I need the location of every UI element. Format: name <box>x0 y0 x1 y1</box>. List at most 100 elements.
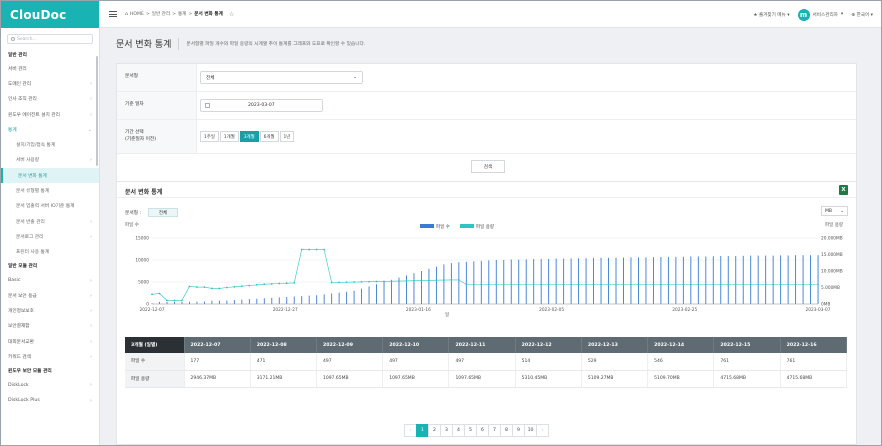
sidebar-item[interactable]: 문서 변화 통계 <box>1 168 99 184</box>
sidebar-item[interactable]: 프린터 사용 통계 <box>1 245 99 260</box>
sidebar-item[interactable]: 도메인 관리 › <box>1 76 99 91</box>
period-button[interactable]: 3개월 <box>239 131 259 142</box>
menu-toggle-icon[interactable] <box>109 10 117 18</box>
sidebar-item[interactable]: 문서 유형별 통계 <box>1 183 99 198</box>
sidebar-item[interactable]: 인사 조직 관리 › <box>1 92 99 107</box>
breadcrumb-general[interactable]: 일반 관리 <box>152 11 170 17</box>
bar-file-count <box>765 255 767 304</box>
table-cell: 1097.65MB <box>448 370 516 388</box>
chevron-right-icon: › <box>90 157 92 164</box>
sidebar-search-input[interactable]: Search... <box>7 34 93 44</box>
sidebar-item[interactable]: 문서로그 관리 › <box>1 229 99 244</box>
point-file-size <box>263 283 266 286</box>
unit-select[interactable]: MB ⌄ <box>821 206 848 216</box>
point-file-size <box>472 283 475 286</box>
sidebar-item[interactable]: 서버 사용량 › <box>1 153 99 168</box>
table-date-header: 2022-12-16 <box>780 337 848 353</box>
point-file-size <box>570 283 572 286</box>
table-date-header: 2022-12-11 <box>448 337 516 353</box>
point-file-size <box>413 279 415 282</box>
period-button[interactable]: 6개월 <box>259 131 279 142</box>
sidebar-item[interactable]: 설치/기입/접속 통계 <box>1 137 99 152</box>
point-file-size <box>225 286 228 289</box>
sidebar-item[interactable]: 키워드 검색 › <box>1 349 99 364</box>
breadcrumb-home[interactable]: HOME <box>130 12 144 17</box>
bar-file-count <box>316 295 318 304</box>
excel-download-icon[interactable]: X <box>839 185 848 195</box>
favorites-menu[interactable]: ★ 즐겨찾기 메뉴 ▾ <box>753 12 789 18</box>
point-file-size <box>517 283 520 286</box>
bar-file-count <box>682 256 684 304</box>
favorite-star-icon[interactable]: ☆ <box>229 11 234 18</box>
y-right-tick: 15.000MB <box>821 252 843 258</box>
point-file-size <box>592 283 595 286</box>
sidebar-item[interactable]: 개인정보보호 › <box>1 303 99 318</box>
stats-doc-type-chip[interactable]: 전체 <box>148 208 178 217</box>
x-tick: 2022-12-07 <box>140 307 165 313</box>
period-button[interactable]: 1년 <box>279 131 295 142</box>
language-menu[interactable]: ⊕ 한국어 ▾ <box>851 12 873 18</box>
breadcrumb-stats[interactable]: 통계 <box>178 11 186 17</box>
base-date-field[interactable]: 2023-03-07 <box>200 99 323 112</box>
point-file-size <box>787 283 789 286</box>
bar-file-count <box>652 257 654 304</box>
chevron-right-icon: › <box>90 292 92 299</box>
bar-file-count <box>638 257 639 304</box>
sidebar-item[interactable]: 문서 입출력 서버 IO기준 통계 <box>1 199 99 214</box>
sidebar-item-label: 문서 보안 등급 <box>8 293 37 299</box>
sidebar-item[interactable]: 서버 관리 <box>1 61 99 76</box>
doc-type-select[interactable]: 전체 ⌄ <box>200 71 363 84</box>
point-file-size <box>480 283 483 286</box>
table-date-header: 2022-12-15 <box>713 337 781 353</box>
doc-type-value: 전체 <box>206 75 215 81</box>
bar-file-count <box>368 286 370 304</box>
chevron-right-icon: › <box>90 323 92 330</box>
sidebar-item[interactable]: 통계 ⌄ <box>1 122 99 137</box>
bar-file-count <box>600 257 602 304</box>
bar-file-count <box>623 257 624 304</box>
user-menu[interactable]: m 서비스관리자 ▾ <box>797 8 843 21</box>
sidebar-item[interactable]: Basic › <box>1 273 99 288</box>
app-logo[interactable]: ClouDoc <box>10 8 66 22</box>
sidebar-item[interactable]: DiskLock › <box>1 378 99 393</box>
sidebar-item[interactable]: 대외문서교환 › <box>1 334 99 349</box>
sidebar-item-label: 설치/기입/접속 통계 <box>16 143 56 149</box>
period-button[interactable]: 1주일 <box>200 131 219 142</box>
point-file-size <box>300 248 303 251</box>
sidebar-item[interactable]: DiskLock Plus › <box>1 393 99 408</box>
sidebar-item-label: DiskLock Plus <box>8 398 40 404</box>
bar-file-count <box>570 258 572 304</box>
home-icon[interactable]: ⌂ <box>125 12 128 17</box>
sidebar-item[interactable]: 보안결재함 › <box>1 319 99 334</box>
sidebar-scrollbar[interactable] <box>96 56 98 166</box>
sidebar-item[interactable]: 문서 보안 등급 › <box>1 288 99 303</box>
table-cell: 4715.68MB <box>713 370 781 388</box>
stats-title: 문서 변화 통계 <box>125 189 163 196</box>
bar-file-count <box>503 260 505 304</box>
bar-file-count <box>555 258 557 304</box>
bar-file-count <box>338 292 340 304</box>
search-button[interactable]: 검색 <box>471 160 505 173</box>
bar-file-count <box>810 255 812 304</box>
pager-next-button[interactable]: › <box>536 424 549 437</box>
sidebar-item[interactable]: 문서 반출 관리 › <box>1 214 99 229</box>
point-file-size <box>817 283 819 286</box>
table-cell: 2946.37MB <box>184 370 251 388</box>
bar-file-count <box>465 261 467 304</box>
bar-file-count <box>233 300 235 304</box>
point-file-size <box>525 283 528 286</box>
table-cell: 546 <box>647 353 715 371</box>
bar-file-count <box>705 256 707 304</box>
sidebar-item[interactable]: 윈도우 에이전트 설치 관리 › <box>1 107 99 122</box>
point-file-size <box>697 283 700 286</box>
bar-file-count <box>256 298 258 304</box>
bar-file-count <box>159 301 160 304</box>
bar-file-count <box>480 260 482 304</box>
point-file-size <box>353 281 355 283</box>
chevron-right-icon: › <box>90 233 92 240</box>
period-button[interactable]: 1개월 <box>219 131 239 142</box>
bar-file-count <box>548 258 550 304</box>
period-button-group: 1주일 1개월 3개월 6개월 1년 <box>200 131 295 142</box>
main-content: 문서 변화 통계 문서형별 파일 개수와 파일 용량의 시계열 추이 통계를 그… <box>100 28 881 445</box>
sidebar-item-label: 프린터 사용 통계 <box>16 250 50 256</box>
